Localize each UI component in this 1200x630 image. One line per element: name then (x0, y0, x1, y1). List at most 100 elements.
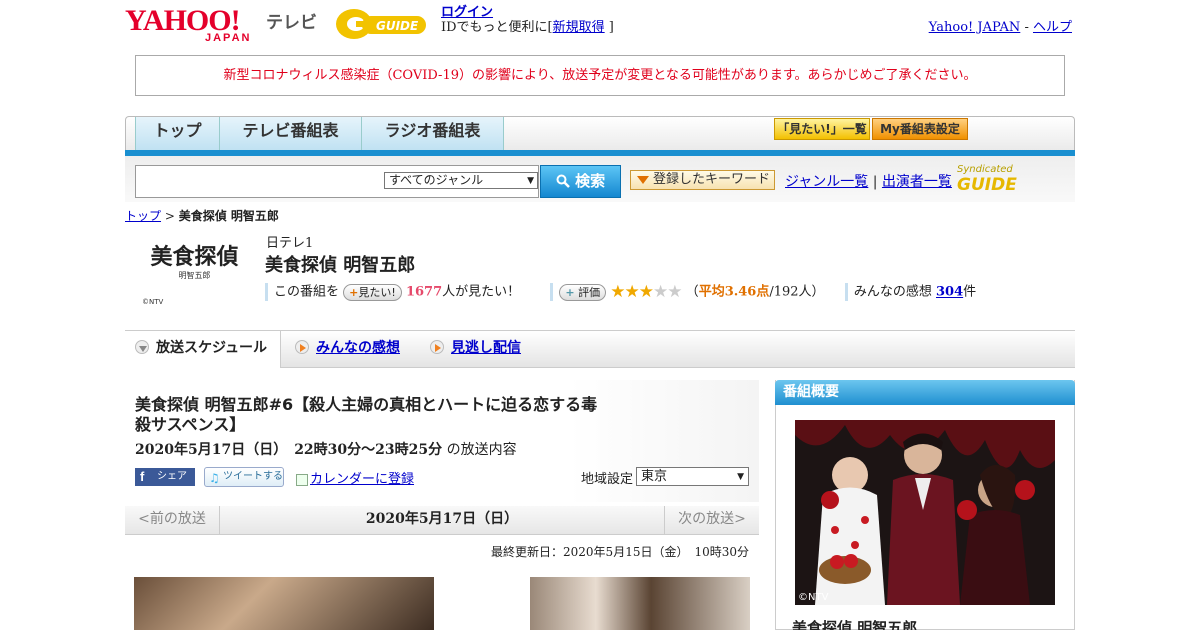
episode-title: 美食探偵 明智五郎#6【殺人主婦の真相とハートに迫る恋する毒殺サスペンス】 (135, 395, 598, 434)
tab-reviews-label[interactable]: みんなの感想 (316, 340, 400, 356)
play-icon (430, 340, 444, 354)
breadcrumb-top-link[interactable]: トップ (125, 209, 161, 223)
mitai-prefix: この番組を (274, 284, 340, 300)
calendar-icon (296, 473, 308, 486)
tab-reviews[interactable]: みんなの感想 (295, 331, 400, 368)
rating-stars: ★★★★★ (610, 282, 682, 302)
search-links: ジャンル一覧 | 出演者一覧 (785, 171, 952, 191)
main-nav: トップ テレビ番組表 ラジオ番組表 「見たい!」一覧 My番組表設定 (125, 116, 1075, 154)
reviews-prefix: みんなの感想 (853, 284, 932, 300)
search-icon (556, 174, 570, 188)
chevron-down-icon (135, 340, 149, 354)
gguide-logo[interactable]: GUIDE (334, 6, 432, 42)
breadcrumb-separator: > (164, 209, 175, 223)
facebook-share-button[interactable]: f シェア (135, 468, 195, 486)
channel-name: 日テレ1 (266, 236, 314, 251)
tab-vod[interactable]: 見逃し配信 (430, 331, 521, 368)
play-icon (295, 340, 309, 354)
link-separator: | (872, 174, 878, 190)
chevron-down-icon: ▼ (737, 472, 744, 482)
facebook-icon: f (140, 469, 145, 484)
registered-keywords-label: 登録したキーワード (653, 172, 771, 187)
syndicated-gguide-logo: Syndicated GUIDE (957, 164, 1075, 195)
registered-keywords-button[interactable]: 登録したキーワード (630, 170, 775, 190)
mitai-button[interactable]: +見たい! (343, 283, 402, 301)
program-key-visual-credit: ©NTV (798, 592, 829, 603)
rating-count: /192人） (769, 284, 825, 300)
nav-tab-radio-schedule[interactable]: ラジオ番組表 (362, 117, 504, 151)
login-link[interactable]: ログイン (441, 5, 493, 20)
divider (550, 283, 554, 301)
episode-photo (134, 577, 434, 630)
star-empty-icon: ★ (667, 282, 682, 302)
episode-date-suffix: の放送内容 (446, 442, 517, 458)
program-title: 美食探偵 明智五郎 (265, 255, 416, 276)
twitter-bird-icon: ♫ (209, 471, 220, 485)
rating-open: （ (685, 284, 699, 300)
star-empty-icon: ★ (653, 282, 668, 302)
tab-schedule-label: 放送スケジュール (156, 340, 268, 356)
syndicated-logo-text: GUIDE (957, 175, 1017, 195)
episode-airtime: 2020年5月17日（日） 22時30分～23時25分 の放送内容 (135, 439, 517, 459)
genre-select[interactable]: すべてのジャンル ▼ (384, 172, 538, 189)
nav-tab-top[interactable]: トップ (135, 117, 220, 151)
search-button-label: 検索 (575, 172, 606, 190)
current-broadcast-date: 2020年5月17日（日） (365, 511, 519, 527)
breadcrumb-current: 美食探偵 明智五郎 (178, 209, 279, 223)
my-schedule-settings-button[interactable]: My番組表設定 (872, 118, 968, 140)
program-tabs: 放送スケジュール みんなの感想 見逃し配信 (125, 330, 1075, 368)
rating-average: 平均3.46点 (698, 284, 770, 300)
twitter-share-label: ツイートする (223, 471, 283, 482)
program-logo: 美食探偵 明智五郎 ©NTV (142, 244, 247, 306)
syndicated-text: Syndicated (957, 164, 1013, 175)
japan-logo-text: JAPAN (205, 32, 252, 44)
program-overview-heading: 番組概要 (775, 380, 1075, 405)
rate-button[interactable]: + 評価 (559, 283, 607, 301)
plus-icon: + (565, 285, 575, 299)
region-select[interactable]: 東京 ▼ (636, 467, 749, 486)
program-meta: この番組を +見たい! 1677人が見たい！ + 評価 ★★★★★ （平均3.4… (265, 282, 976, 302)
calendar-register[interactable]: カレンダーに登録 (296, 468, 414, 487)
divider (844, 283, 848, 301)
yahoo-japan-logo[interactable]: YAHOO! JAPAN (125, 6, 249, 45)
divider (265, 283, 268, 301)
login-area: ログイン IDでもっと便利に[新規取得 ] (441, 5, 614, 35)
reviews-suffix: 件 (963, 284, 977, 300)
mitai-list-button[interactable]: 「見たい!」一覧 (774, 118, 870, 140)
calendar-register-link[interactable]: カレンダーに登録 (310, 472, 414, 487)
yahoo-japan-link[interactable]: Yahoo! JAPAN (929, 20, 1021, 35)
tv-logo-text[interactable]: テレビ (266, 8, 317, 33)
facebook-share-label: シェア (157, 471, 187, 482)
program-overview-panel: 番組概要 ©NTV 美食探偵 明智五郎 (775, 380, 1075, 630)
chevron-down-icon: ▼ (527, 176, 534, 186)
region-select-value: 東京 (641, 469, 668, 484)
program-key-visual-image (795, 420, 1055, 605)
nav-tab-tv-schedule[interactable]: テレビ番組表 (220, 117, 362, 151)
star-filled-icon: ★ (624, 282, 640, 302)
star-filled-icon: ★ (638, 282, 654, 302)
help-link[interactable]: ヘルプ (1033, 20, 1072, 35)
reviews-count-link[interactable]: 304 (936, 285, 963, 300)
overview-program-title: 美食探偵 明智五郎 (792, 619, 918, 630)
broadcast-pager: <前の放送 2020年5月17日（日） 次の放送> (125, 506, 759, 535)
tab-vod-label[interactable]: 見逃し配信 (451, 340, 521, 356)
program-key-visual: ©NTV (795, 420, 1055, 605)
tab-schedule[interactable]: 放送スケジュール (125, 331, 281, 368)
genre-list-link[interactable]: ジャンル一覧 (785, 174, 868, 190)
breadcrumb: トップ > 美食探偵 明智五郎 (125, 207, 279, 224)
top-right-links: Yahoo! JAPAN - ヘルプ (929, 16, 1072, 35)
cast-list-link[interactable]: 出演者一覧 (882, 174, 952, 190)
signup-link[interactable]: 新規取得 (553, 20, 605, 35)
last-updated: 最終更新日：2020年5月15日（金） 10時30分 (491, 545, 749, 559)
previous-broadcast-button[interactable]: <前の放送 (125, 506, 220, 535)
episode-date: 2020年5月17日（日） 22時30分～23時25分 (135, 442, 443, 458)
next-broadcast-button[interactable]: 次の放送> (664, 506, 759, 535)
program-logo-subtitle: 明智五郎 (178, 271, 211, 280)
program-logo-copyright: ©NTV (142, 298, 164, 306)
region-label: 地域設定 (581, 472, 634, 487)
episode-photo (530, 577, 750, 630)
search-button[interactable]: 検索 (540, 165, 621, 198)
episode-header: 美食探偵 明智五郎#6【殺人主婦の真相とハートに迫る恋する毒殺サスペンス】 20… (125, 380, 759, 502)
twitter-share-button[interactable]: ♫ ツイートする (204, 467, 284, 487)
login-text-suffix: ] (608, 20, 614, 35)
